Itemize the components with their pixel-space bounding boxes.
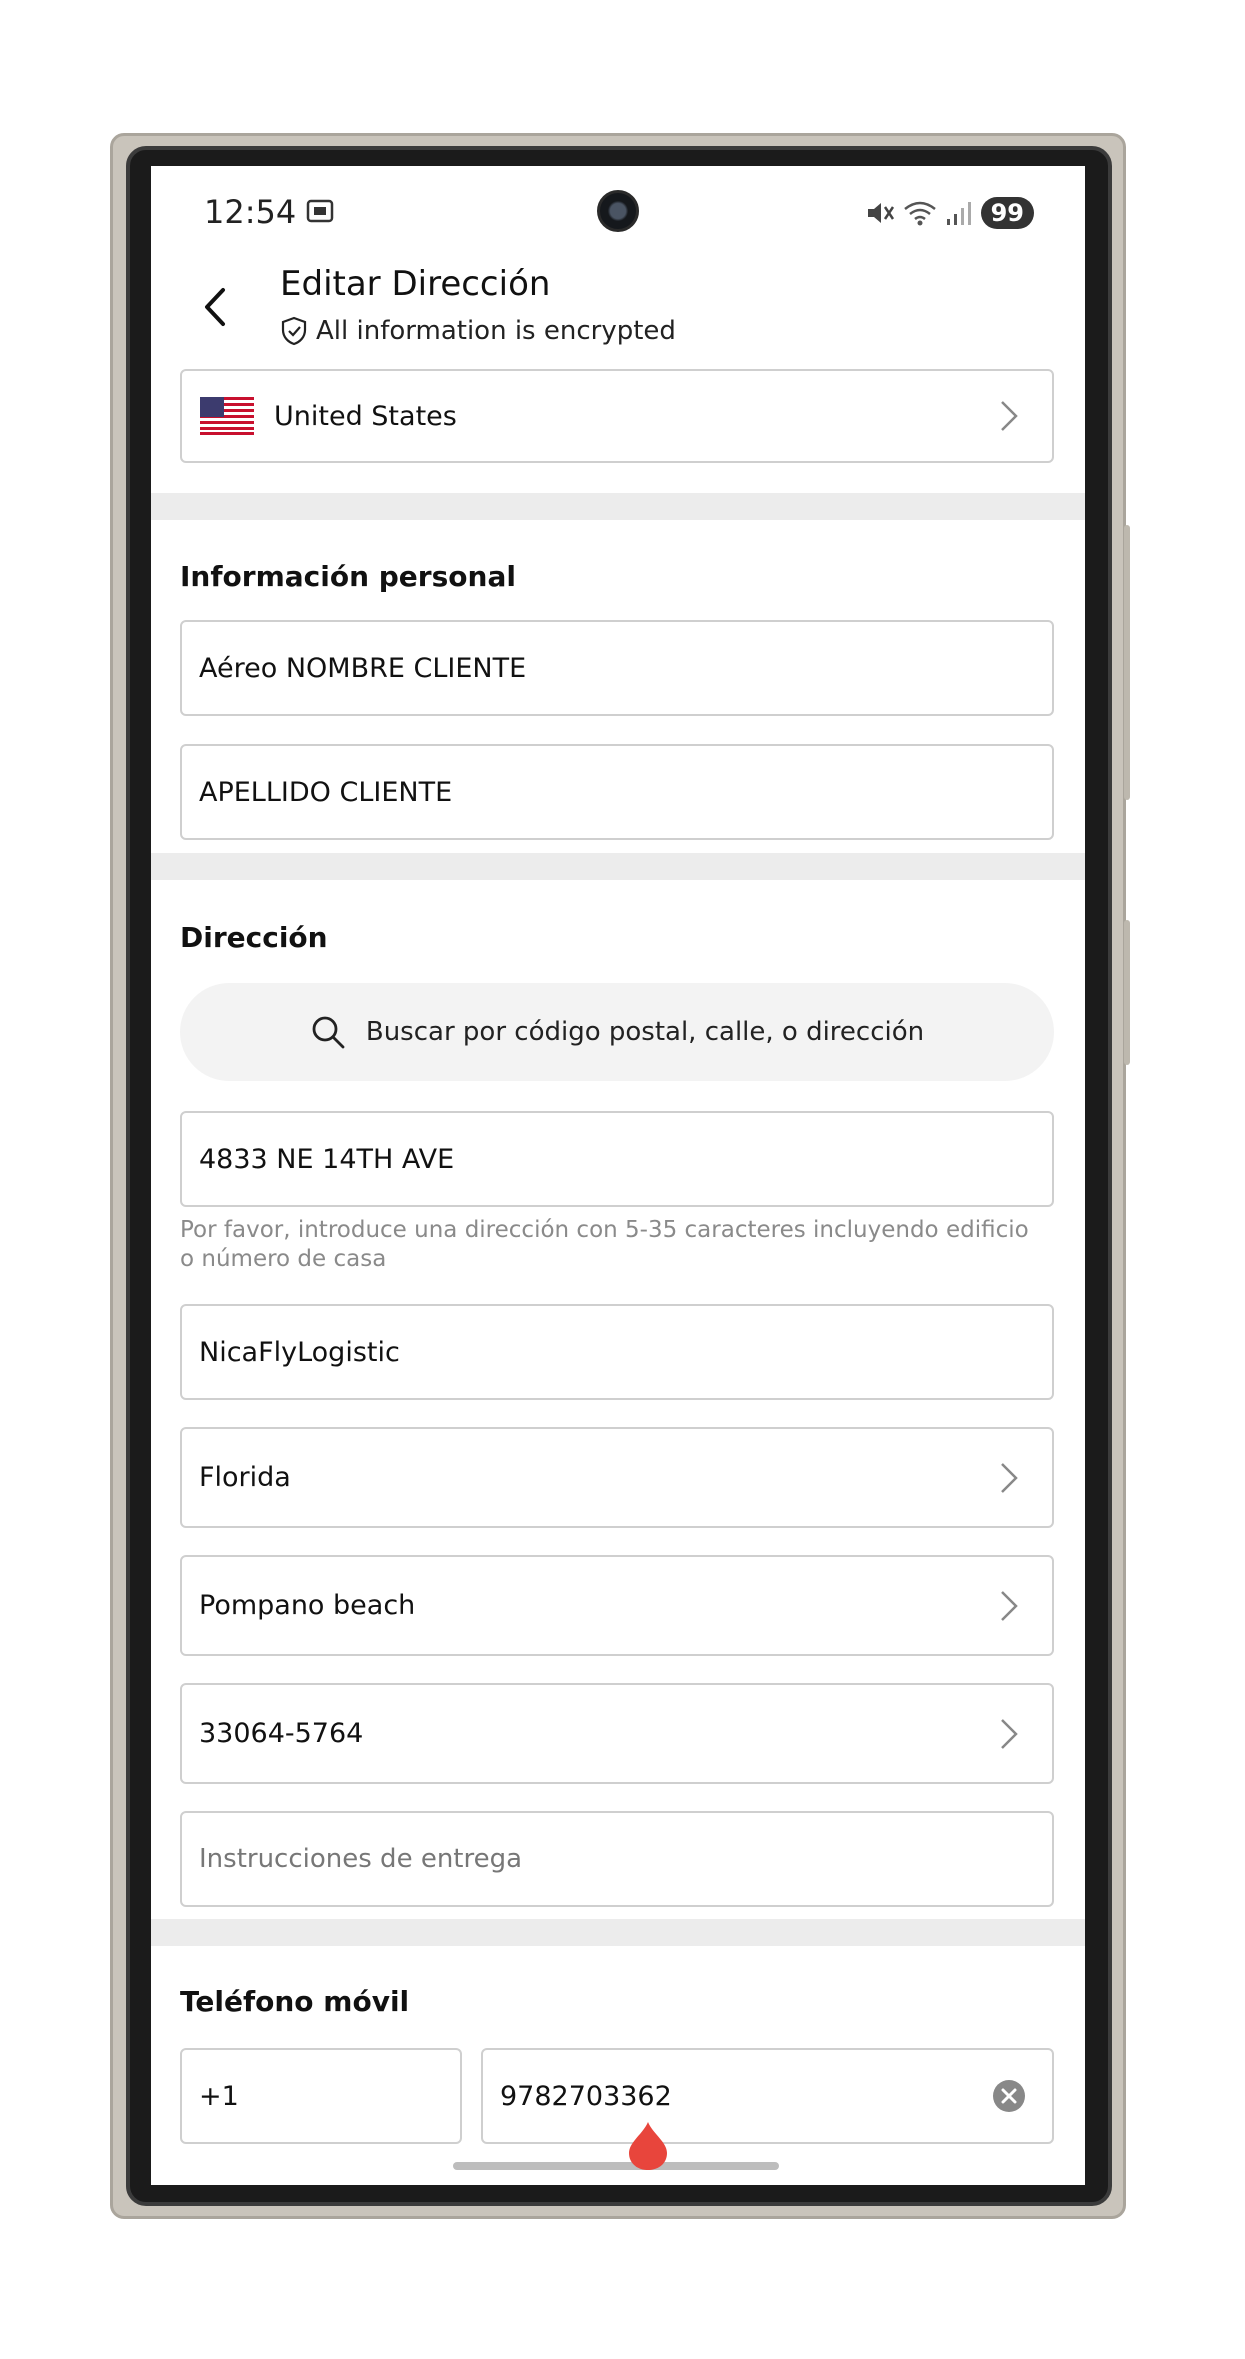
state-value: Florida	[199, 1462, 291, 1493]
personal-info-title: Información personal	[180, 560, 516, 593]
us-flag-icon	[200, 397, 254, 435]
last-name-field[interactable]: APELLIDO CLIENTE	[180, 744, 1054, 840]
last-name-value: APELLIDO CLIENTE	[199, 776, 453, 808]
section-divider	[151, 493, 1085, 520]
zip-selector[interactable]: 33064-5764	[180, 1683, 1054, 1784]
status-time: 12:54	[204, 193, 297, 231]
address-search-input[interactable]: Buscar por código postal, calle, o direc…	[180, 983, 1054, 1081]
section-divider	[151, 1919, 1085, 1946]
side-button	[1124, 525, 1130, 800]
city-selector[interactable]: Pompano beach	[180, 1555, 1054, 1656]
encryption-note: All information is encrypted	[280, 316, 676, 346]
search-placeholder: Buscar por código postal, calle, o direc…	[365, 1017, 925, 1047]
wifi-icon	[903, 201, 936, 226]
street-value: 4833 NE 14TH AVE	[199, 1143, 455, 1175]
home-indicator[interactable]	[453, 2162, 779, 2170]
screen: 12:54 99 Editar Dirección All informatio…	[151, 166, 1085, 2185]
delivery-instructions-field[interactable]: Instrucciones de entrega	[180, 1811, 1054, 1907]
chevron-right-icon	[1001, 1462, 1018, 1493]
zip-value: 33064-5764	[199, 1718, 364, 1749]
state-selector[interactable]: Florida	[180, 1427, 1054, 1528]
phone-number-value: 9782703362	[500, 2080, 672, 2112]
mute-icon	[867, 203, 894, 223]
front-camera	[597, 190, 639, 232]
touch-indicator-icon	[629, 2122, 667, 2170]
first-name-field[interactable]: Aéreo NOMBRE CLIENTE	[180, 620, 1054, 716]
street-field[interactable]: 4833 NE 14TH AVE	[180, 1111, 1054, 1207]
address-title: Dirección	[180, 921, 328, 954]
search-icon	[312, 1016, 345, 1049]
screen-record-icon	[306, 199, 334, 223]
street-hint: Por favor, introduce una dirección con 5…	[180, 1217, 1029, 1272]
first-name-value: Aéreo NOMBRE CLIENTE	[199, 652, 527, 684]
side-button	[1124, 920, 1130, 1065]
phone-number-field[interactable]: 9782703362	[481, 2048, 1054, 2144]
address-line2-field[interactable]: NicaFlyLogistic	[180, 1304, 1054, 1400]
city-value: Pompano beach	[199, 1590, 416, 1621]
shield-check-icon	[281, 316, 307, 346]
address-line2-value: NicaFlyLogistic	[199, 1336, 400, 1368]
delivery-instructions-placeholder: Instrucciones de entrega	[199, 1844, 523, 1874]
signal-icon	[946, 202, 971, 225]
chevron-right-icon	[1001, 401, 1018, 431]
status-icons: 99	[865, 197, 1034, 229]
chevron-right-icon	[1001, 1590, 1018, 1621]
clear-icon[interactable]	[992, 2079, 1026, 2113]
section-divider	[151, 853, 1085, 880]
country-code-field[interactable]: +1	[180, 2048, 462, 2144]
chevron-right-icon	[1001, 1718, 1018, 1749]
back-arrow-icon[interactable]	[199, 284, 233, 330]
country-name: United States	[274, 400, 457, 432]
country-code-value: +1	[199, 2080, 239, 2112]
phone-title: Teléfono móvil	[180, 1985, 410, 2018]
page-title: Editar Dirección	[280, 264, 551, 304]
country-selector[interactable]: United States	[180, 369, 1054, 463]
encryption-text: All information is encrypted	[316, 316, 676, 346]
battery-indicator: 99	[980, 197, 1034, 229]
